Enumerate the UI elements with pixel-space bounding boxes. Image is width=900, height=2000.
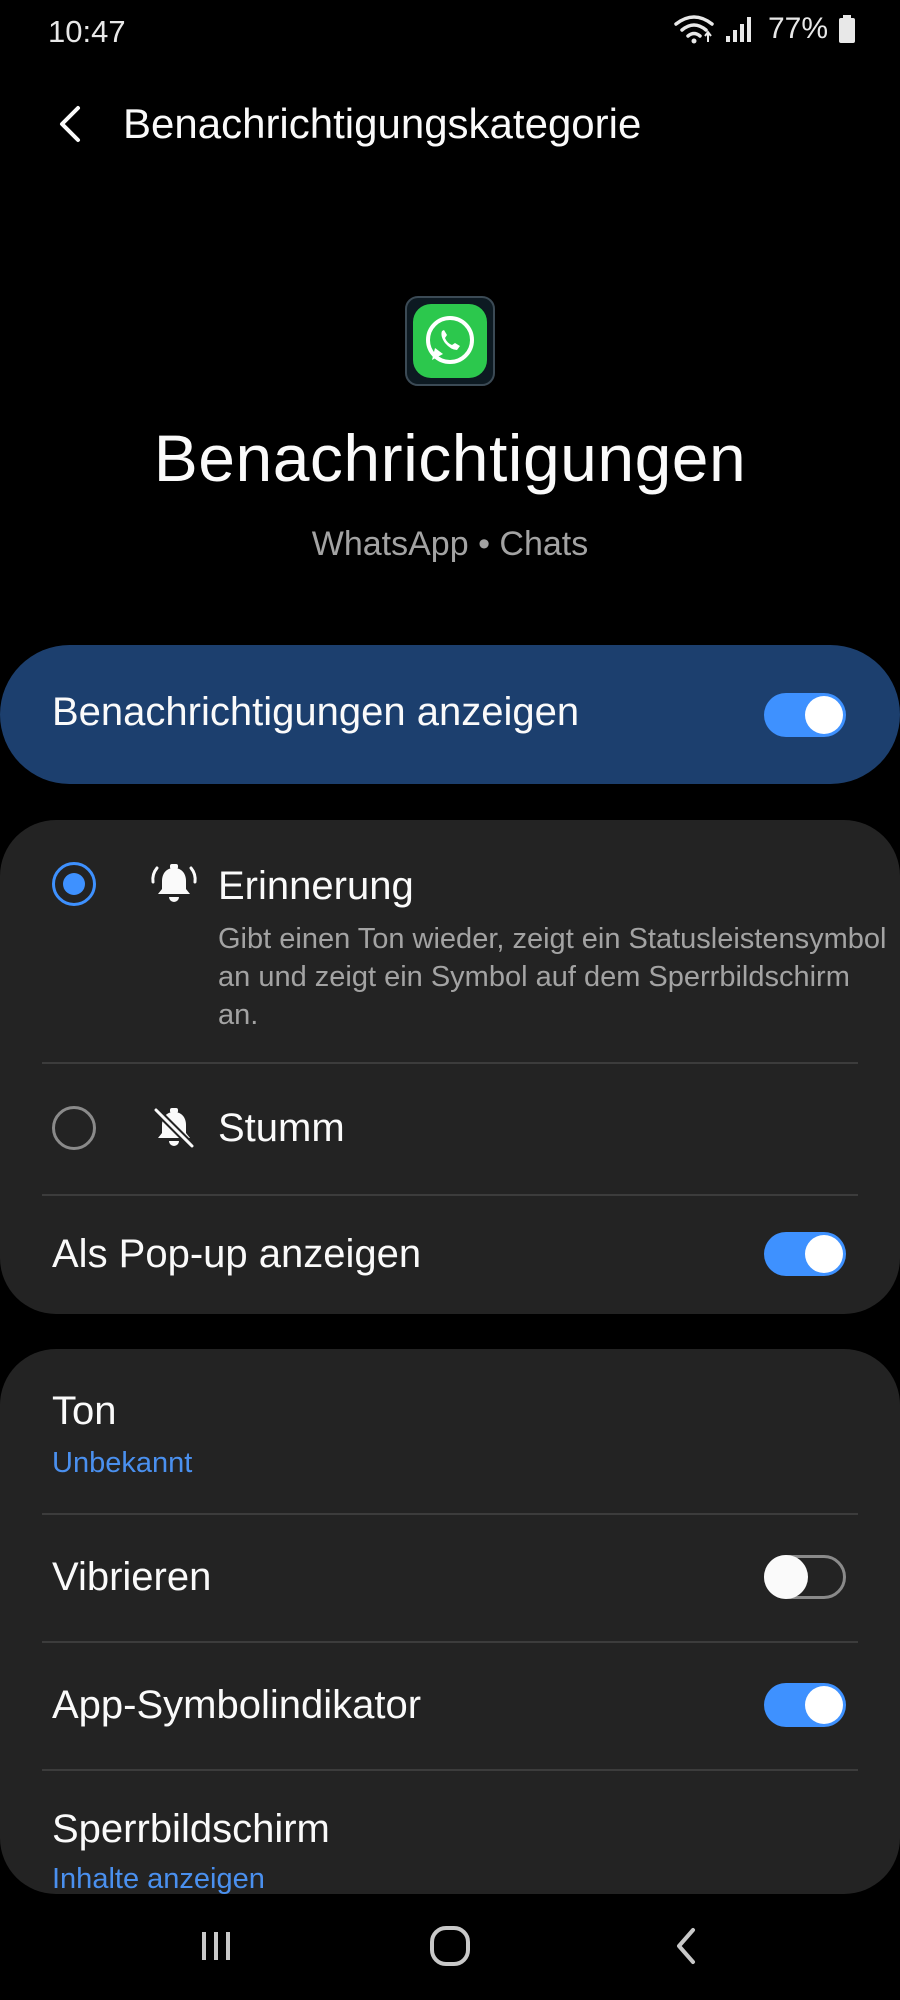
- page-title: Benachrichtigungskategorie: [123, 100, 642, 147]
- battery-icon: [839, 15, 855, 43]
- badge-label: App-Symbolindikator: [52, 1683, 422, 1727]
- wifi-icon: [674, 15, 714, 44]
- whatsapp-icon: [405, 296, 495, 386]
- recents-icon: [202, 1932, 230, 1960]
- bell-off-icon: [153, 1107, 195, 1149]
- show-notifications-row[interactable]: Benachrichtigungen anzeigen: [0, 645, 900, 784]
- divider: [42, 1769, 858, 1771]
- alert-radio[interactable]: [52, 862, 96, 906]
- back-button[interactable]: [44, 98, 96, 150]
- status-bar: 10:47 77%: [0, 0, 900, 64]
- show-notifications-toggle[interactable]: [764, 693, 846, 737]
- app-bar: Benachrichtigungskategorie: [0, 90, 900, 160]
- divider: [42, 1062, 858, 1064]
- bell-ringing-icon: [151, 864, 197, 902]
- system-nav-bar: [0, 1894, 900, 2000]
- alert-label: Erinnerung: [218, 864, 414, 908]
- status-icons: 77%: [674, 12, 856, 46]
- chevron-left-icon: [677, 1928, 695, 1964]
- alert-style-card: Erinnerung Gibt einen Ton wieder, zeigt …: [0, 820, 900, 1314]
- vibrate-label: Vibrieren: [52, 1555, 212, 1599]
- status-time: 10:47: [48, 14, 126, 49]
- back-nav-button[interactable]: [646, 1916, 726, 1976]
- battery-percent: 77%: [767, 12, 828, 45]
- alert-description: Gibt einen Ton wieder, zeigt ein Statusl…: [218, 923, 887, 1031]
- home-icon: [430, 1926, 470, 1966]
- popup-label: Als Pop-up anzeigen: [52, 1232, 422, 1276]
- show-notifications-label: Benachrichtigungen anzeigen: [52, 690, 580, 734]
- chevron-left-icon: [60, 106, 80, 142]
- silent-label: Stumm: [218, 1106, 345, 1150]
- lockscreen-label: Sperrbildschirm: [52, 1807, 330, 1851]
- hero-subtitle: WhatsApp • Chats: [311, 525, 589, 563]
- divider: [42, 1194, 858, 1196]
- vibrate-toggle[interactable]: [764, 1555, 846, 1599]
- signal-icon: [725, 17, 751, 42]
- divider: [42, 1641, 858, 1643]
- hero-title: Benachrichtigungen: [153, 421, 747, 495]
- lockscreen-value: Inhalte anzeigen: [52, 1863, 265, 1895]
- settings-card: Ton Unbekannt Vibrieren App-Symbolindika…: [0, 1349, 900, 1895]
- divider: [42, 1513, 858, 1515]
- recents-button[interactable]: [176, 1916, 256, 1976]
- sound-value: Unbekannt: [52, 1447, 193, 1479]
- silent-radio[interactable]: [52, 1106, 96, 1150]
- home-button[interactable]: [410, 1916, 490, 1976]
- sound-label: Ton: [52, 1389, 117, 1433]
- popup-toggle[interactable]: [764, 1232, 846, 1276]
- badge-toggle[interactable]: [764, 1683, 846, 1727]
